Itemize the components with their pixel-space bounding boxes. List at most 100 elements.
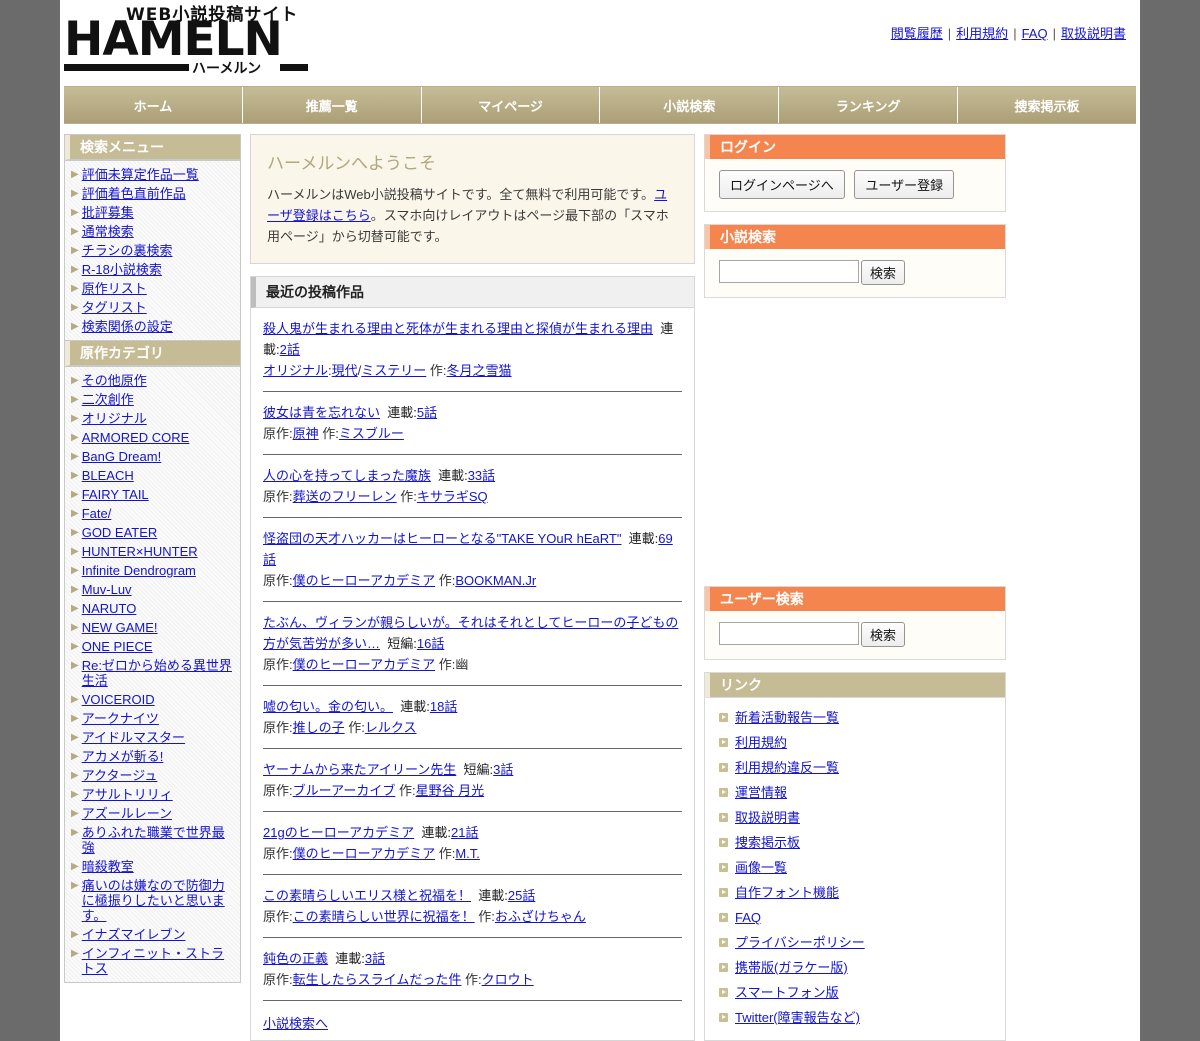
work-title-link[interactable]: 人の心を持ってしまった魔族 (263, 468, 431, 483)
nav-item-novel-search[interactable]: 小説検索 (600, 87, 780, 123)
work-origin-link[interactable]: 葬送のフリーレン (293, 489, 397, 504)
work-title-link[interactable]: 嘘の匂い。金の匂い。 (263, 699, 393, 714)
work-author-link[interactable]: キサラギSQ (417, 489, 488, 504)
link-item-label[interactable]: 携帯版(ガラケー版) (735, 959, 848, 976)
category-item-label[interactable]: ONE PIECE (82, 639, 153, 654)
link-item[interactable]: 利用規約 (705, 730, 1005, 755)
category-item-label[interactable]: インフィニット・ストラトス (82, 946, 234, 976)
work-title-link[interactable]: 殺人鬼が生まれる理由と死体が生まれる理由と探偵が生まれる理由 (263, 321, 653, 336)
novel-search-more-link[interactable]: 小説検索へ (263, 1016, 328, 1031)
category-item-label[interactable]: その他原作 (82, 373, 147, 388)
category-item-label[interactable]: アズールレーン (82, 806, 172, 821)
work-episodes-link[interactable]: 25話 (508, 888, 535, 903)
category-item-0[interactable]: ▶ その他原作 (65, 371, 240, 390)
search-menu-item-8[interactable]: ▶ 検索関係の設定 (65, 317, 240, 336)
category-item-21[interactable]: ▶ アサルトリリィ (65, 785, 240, 804)
link-item-label[interactable]: 利用規約 (735, 734, 787, 751)
link-item-label[interactable]: 運営情報 (735, 784, 787, 801)
category-item-4[interactable]: ▶ BanG Dream! (65, 447, 240, 466)
work-author-link[interactable]: おふざけちゃん (495, 909, 586, 924)
category-item-23[interactable]: ▶ ありふれた職業で世界最強 (65, 823, 240, 857)
search-menu-item-3[interactable]: ▶ 通常検索 (65, 222, 240, 241)
category-item-label[interactable]: BLEACH (82, 468, 134, 483)
work-origin-link[interactable]: オリジナル (263, 363, 328, 378)
category-item-label[interactable]: Infinite Dendrogram (82, 563, 196, 578)
category-item-label[interactable]: Fate/ (82, 506, 112, 521)
work-title-link[interactable]: 鈍色の正義 (263, 951, 328, 966)
search-menu-item-label[interactable]: R-18小説検索 (82, 262, 162, 277)
category-item-22[interactable]: ▶ アズールレーン (65, 804, 240, 823)
link-item-label[interactable]: 新着活動報告一覧 (735, 709, 839, 726)
work-origin-link[interactable]: 僕のヒーローアカデミア (293, 657, 435, 672)
search-menu-item-4[interactable]: ▶ チラシの裏検索 (65, 241, 240, 260)
search-menu-item-label[interactable]: タグリスト (82, 300, 147, 315)
link-item[interactable]: 画像一覧 (705, 855, 1005, 880)
work-origin-link[interactable]: 僕のヒーローアカデミア (293, 573, 435, 588)
link-item-label[interactable]: FAQ (735, 909, 761, 926)
link-item-label[interactable]: 画像一覧 (735, 859, 787, 876)
category-item-label[interactable]: 暗殺教室 (82, 859, 134, 874)
work-episodes-link[interactable]: 3話 (365, 951, 385, 966)
category-item-24[interactable]: ▶ 暗殺教室 (65, 857, 240, 876)
user-search-input[interactable] (719, 622, 859, 645)
site-logo[interactable]: WEB小説投稿サイト HAMELN ハーメルン (64, 6, 308, 77)
link-item[interactable]: プライバシーポリシー (705, 930, 1005, 955)
search-menu-item-2[interactable]: ▶ 批評募集 (65, 203, 240, 222)
category-item-27[interactable]: ▶ インフィニット・ストラトス (65, 944, 240, 978)
link-item-label[interactable]: プライバシーポリシー (735, 934, 865, 951)
work-author-link[interactable]: BOOKMAN.Jr (455, 573, 536, 588)
search-menu-item-1[interactable]: ▶ 評価着色直前作品 (65, 184, 240, 203)
register-button[interactable]: ユーザー登録 (854, 170, 955, 199)
category-item-20[interactable]: ▶ アクタージュ (65, 766, 240, 785)
header-link-history[interactable]: 閲覧履歴 (891, 26, 943, 41)
work-author-link[interactable]: 冬月之雪猫 (447, 363, 512, 378)
category-item-5[interactable]: ▶ BLEACH (65, 466, 240, 485)
link-item[interactable]: Twitter(障害報告など) (705, 1005, 1005, 1030)
work-episodes-link[interactable]: 21話 (451, 825, 478, 840)
search-menu-item-label[interactable]: 通常検索 (82, 224, 134, 239)
link-item[interactable]: 運営情報 (705, 780, 1005, 805)
work-author-link[interactable]: クロウト (482, 972, 534, 987)
category-item-8[interactable]: ▶ GOD EATER (65, 523, 240, 542)
work-origin-link[interactable]: 僕のヒーローアカデミア (293, 846, 435, 861)
search-menu-item-label[interactable]: 原作リスト (82, 281, 147, 296)
category-item-14[interactable]: ▶ ONE PIECE (65, 637, 240, 656)
category-item-label[interactable]: アカメが斬る! (82, 749, 164, 764)
category-item-label[interactable]: アイドルマスター (82, 730, 185, 745)
category-item-25[interactable]: ▶ 痛いのは嫌なので防御力に極振りしたいと思います。 (65, 876, 240, 925)
category-item-16[interactable]: ▶ VOICEROID (65, 690, 240, 709)
category-item-label[interactable]: FAIRY TAIL (82, 487, 149, 502)
search-menu-item-label[interactable]: 評価未算定作品一覧 (82, 167, 199, 182)
link-item-label[interactable]: スマートフォン版 (735, 984, 839, 1001)
work-origin-link[interactable]: 原神 (293, 426, 319, 441)
category-item-label[interactable]: アクタージュ (82, 768, 158, 783)
link-item[interactable]: 携帯版(ガラケー版) (705, 955, 1005, 980)
work-origin-link[interactable]: 転生したらスライムだった件 (293, 972, 462, 987)
work-episodes-link[interactable]: 5話 (417, 405, 437, 420)
work-episodes-link[interactable]: 18話 (430, 699, 457, 714)
link-item-label[interactable]: 利用規約違反一覧 (735, 759, 839, 776)
work-title-link[interactable]: ヤーナムから来たアイリーン先生 (263, 762, 456, 777)
work-title-link[interactable]: たぶん、ヴィランが親らしいが。それはそれとしてヒーローの子どもの方が気苦労が多い… (263, 615, 678, 651)
category-item-label[interactable]: HUNTER×HUNTER (82, 544, 198, 559)
work-origin-link[interactable]: この素晴らしい世界に祝福を！ (293, 909, 475, 924)
link-item-label[interactable]: Twitter(障害報告など) (735, 1009, 860, 1026)
work-author-link[interactable]: ミスブルー (339, 426, 404, 441)
work-episodes-link[interactable]: 33話 (468, 468, 495, 483)
work-episodes-link[interactable]: 3話 (493, 762, 513, 777)
novel-search-input[interactable] (719, 260, 859, 283)
link-item[interactable]: スマートフォン版 (705, 980, 1005, 1005)
work-origin-link[interactable]: 推しの子 (293, 720, 345, 735)
link-item-label[interactable]: 自作フォント機能 (735, 884, 839, 901)
search-menu-item-label[interactable]: 評価着色直前作品 (82, 186, 186, 201)
nav-item-recommendations[interactable]: 推薦一覧 (242, 87, 422, 123)
search-menu-item-label[interactable]: チラシの裏検索 (82, 243, 173, 258)
category-item-label[interactable]: ありふれた職業で世界最強 (82, 825, 234, 855)
link-item[interactable]: 利用規約違反一覧 (705, 755, 1005, 780)
category-item-label[interactable]: Re:ゼロから始める異世界生活 (82, 658, 234, 688)
work-genre2-link[interactable]: ミステリー (361, 363, 426, 378)
work-episodes-link[interactable]: 2話 (280, 342, 300, 357)
header-link-terms[interactable]: 利用規約 (956, 26, 1008, 41)
user-search-button[interactable]: 検索 (861, 622, 906, 647)
search-menu-item-label[interactable]: 批評募集 (82, 205, 134, 220)
